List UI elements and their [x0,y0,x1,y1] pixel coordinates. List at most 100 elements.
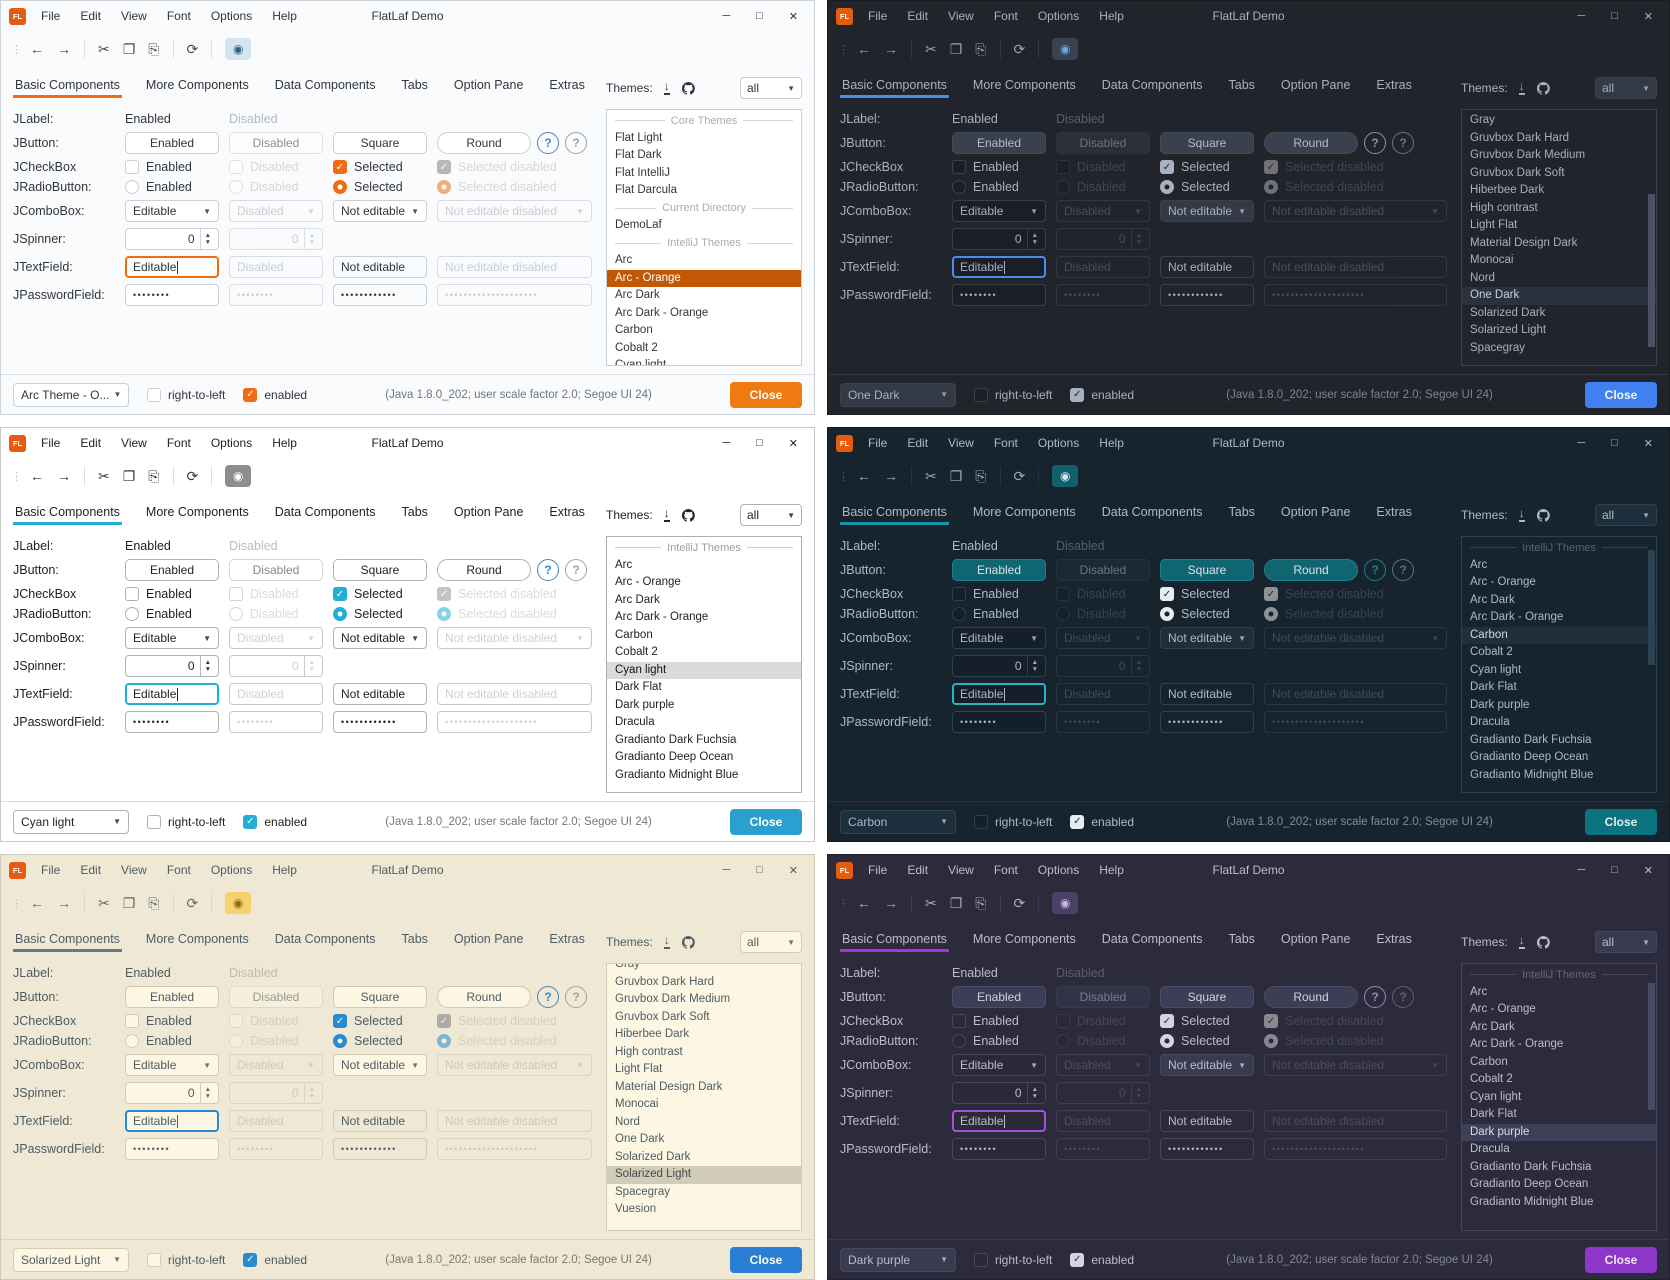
theme-list-item[interactable]: Cobalt 2 [1462,644,1656,662]
close-button[interactable]: Close [1585,809,1657,835]
forward-arrow-icon[interactable]: → [57,41,71,57]
theme-list-item[interactable]: Hiberbee Dark [1462,182,1656,200]
radio-enabled[interactable]: Enabled [125,607,223,621]
theme-list-item[interactable]: DemoLaf [607,217,801,235]
help-button[interactable]: ? [1364,559,1386,581]
rtl-checkbox[interactable]: right-to-left [974,815,1052,829]
menu-view[interactable]: View [121,9,147,23]
tab-option-pane[interactable]: Option Pane [1279,927,1353,952]
theme-list-item[interactable]: Gradianto Deep Ocean [607,749,801,767]
theme-list-item[interactable]: High contrast [1462,200,1656,218]
spinner-arrows-icon[interactable]: ▲▼ [1027,656,1038,676]
tab-tabs[interactable]: Tabs [400,927,430,952]
maximize-button[interactable]: □ [1611,437,1618,450]
menu-file[interactable]: File [41,436,60,450]
tab-data-components[interactable]: Data Components [1100,927,1205,952]
textfield-editable[interactable]: Editable [952,1110,1046,1132]
close-button[interactable]: Close [730,809,802,835]
theme-combobox[interactable]: Carbon▼ [840,810,956,834]
menu-file[interactable]: File [868,9,887,23]
refresh-icon[interactable]: ⟳ [1014,895,1026,912]
spinner-enabled[interactable]: 0▲▼ [125,655,219,677]
menu-options[interactable]: Options [1038,9,1079,23]
tab-data-components[interactable]: Data Components [273,500,378,525]
textfield-editable[interactable]: Editable [952,683,1046,705]
minimize-button[interactable]: ─ [1577,437,1585,450]
menu-font[interactable]: Font [167,436,191,450]
jbutton-round-button[interactable]: Round [1264,132,1358,154]
passwordfield-editable[interactable]: •••••••• [125,711,219,733]
theme-list-item[interactable]: Flat Darcula [607,182,801,200]
themes-filter-combobox[interactable]: all▼ [740,504,802,526]
menu-options[interactable]: Options [211,9,252,23]
copy-icon[interactable]: ❐ [950,468,963,485]
copy-icon[interactable]: ❐ [950,895,963,912]
refresh-icon[interactable]: ⟳ [187,895,199,912]
theme-list-item[interactable]: Cyan light [1462,662,1656,680]
theme-list-item[interactable]: Gradianto Deep Ocean [1462,749,1656,767]
tab-more-components[interactable]: More Components [971,927,1078,952]
combobox-not-editable[interactable]: Not editable▼ [1160,1054,1254,1076]
refresh-icon[interactable]: ⟳ [187,41,199,58]
combobox-not-editable[interactable]: Not editable▼ [1160,627,1254,649]
theme-list-item[interactable]: Material Design Dark [607,1079,801,1097]
paste-icon[interactable]: ⎘ [148,468,159,485]
radio-enabled[interactable]: Enabled [952,607,1050,621]
checkbox-selected[interactable]: Selected [333,160,431,174]
theme-list-item[interactable]: Nord [607,1114,801,1132]
theme-list-item[interactable]: Arc Dark - Orange [1462,1036,1656,1054]
jbutton-square-button[interactable]: Square [1160,986,1254,1008]
spinner-arrows-icon[interactable]: ▲▼ [1027,229,1038,249]
forward-arrow-icon[interactable]: → [884,895,898,911]
checkbox-selected[interactable]: Selected [1160,587,1258,601]
menu-font[interactable]: Font [994,9,1018,23]
theme-list-item[interactable]: Solarized Dark [1462,305,1656,323]
rtl-checkbox[interactable]: right-to-left [974,1253,1052,1267]
theme-list-item[interactable]: Cyan light [607,662,801,680]
menu-font[interactable]: Font [994,863,1018,877]
jbutton-round-button[interactable]: Round [1264,559,1358,581]
jbutton-square-button[interactable]: Square [333,132,427,154]
checkbox-enabled[interactable]: Enabled [125,160,223,174]
theme-list-item[interactable]: Carbon [1462,627,1656,645]
textfield-editable[interactable]: Editable [125,256,219,278]
theme-list-item[interactable]: Hiberbee Dark [607,1026,801,1044]
theme-list-item[interactable]: Dark purple [1462,1124,1656,1142]
theme-list-item[interactable]: Cobalt 2 [607,340,801,358]
close-window-button[interactable]: ✕ [1644,10,1653,23]
menu-view[interactable]: View [121,863,147,877]
github-icon[interactable] [681,81,696,96]
theme-list-item[interactable]: Spacegray [1462,340,1656,358]
tab-more-components[interactable]: More Components [971,73,1078,98]
rtl-checkbox[interactable]: right-to-left [147,815,225,829]
jbutton-round-button[interactable]: Round [437,132,531,154]
theme-combobox[interactable]: Arc Theme - O...▼ [13,383,129,407]
rtl-checkbox[interactable]: right-to-left [147,1253,225,1267]
theme-list-item[interactable]: Cobalt 2 [1462,1071,1656,1089]
menu-font[interactable]: Font [994,436,1018,450]
menu-view[interactable]: View [948,863,974,877]
checkbox-selected[interactable]: Selected [1160,160,1258,174]
theme-combobox[interactable]: One Dark▼ [840,383,956,407]
theme-list-item[interactable]: Gradianto Dark Fuchsia [1462,1159,1656,1177]
theme-list-item[interactable]: Gradianto Dark Fuchsia [1462,732,1656,750]
menu-view[interactable]: View [948,9,974,23]
scrollbar-thumb[interactable] [1648,550,1655,665]
spinner-arrows-icon[interactable]: ▲▼ [200,1083,211,1103]
spinner-arrows-icon[interactable]: ▲▼ [200,229,211,249]
checkbox-enabled[interactable]: Enabled [952,1014,1050,1028]
close-button[interactable]: Close [730,1247,802,1273]
theme-list-item[interactable]: Dark Flat [607,679,801,697]
scrollbar-thumb[interactable] [1648,983,1655,1111]
passwordfield-editable[interactable]: •••••••• [125,1138,219,1160]
combobox-not-editable[interactable]: Not editable▼ [333,627,427,649]
close-button[interactable]: Close [1585,1247,1657,1273]
theme-list-item[interactable]: Arc [1462,984,1656,1002]
eye-toggle-button[interactable]: ◉ [225,465,251,487]
tab-more-components[interactable]: More Components [144,73,251,98]
checkbox-enabled[interactable]: Enabled [952,587,1050,601]
close-window-button[interactable]: ✕ [789,864,798,877]
download-icon[interactable]: ↓ [1519,936,1525,949]
toolbar-grip[interactable]: ⋮ [838,43,849,56]
github-icon[interactable] [1536,508,1551,523]
